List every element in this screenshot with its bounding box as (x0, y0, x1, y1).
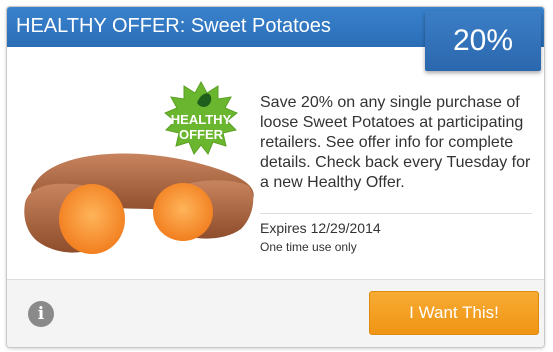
offer-card: HEALTHY OFFER: Sweet Potatoes 20% HEALTH… (6, 6, 545, 348)
healthy-offer-seal: HEALTHY OFFER (164, 80, 238, 155)
sweet-potato-right-flesh (153, 183, 213, 241)
i-want-this-button[interactable]: I Want This! (369, 291, 539, 335)
content-divider (260, 213, 532, 214)
sweet-potato-left-flesh (59, 184, 125, 254)
offer-description: Save 20% on any single purchase of loose… (260, 94, 531, 191)
product-image: HEALTHY OFFER (24, 80, 254, 254)
info-icon[interactable]: i (28, 301, 54, 327)
expiration-date: Expires 12/29/2014 (260, 220, 381, 236)
discount-badge: 20% (425, 11, 541, 71)
offer-footer: i I Want This! (7, 279, 544, 347)
seal-text-offer: OFFER (179, 127, 224, 142)
offer-title: HEALTHY OFFER: Sweet Potatoes (16, 15, 331, 37)
usage-limit: One time use only (260, 240, 357, 254)
seal-text-healthy: HEALTHY (171, 112, 232, 127)
